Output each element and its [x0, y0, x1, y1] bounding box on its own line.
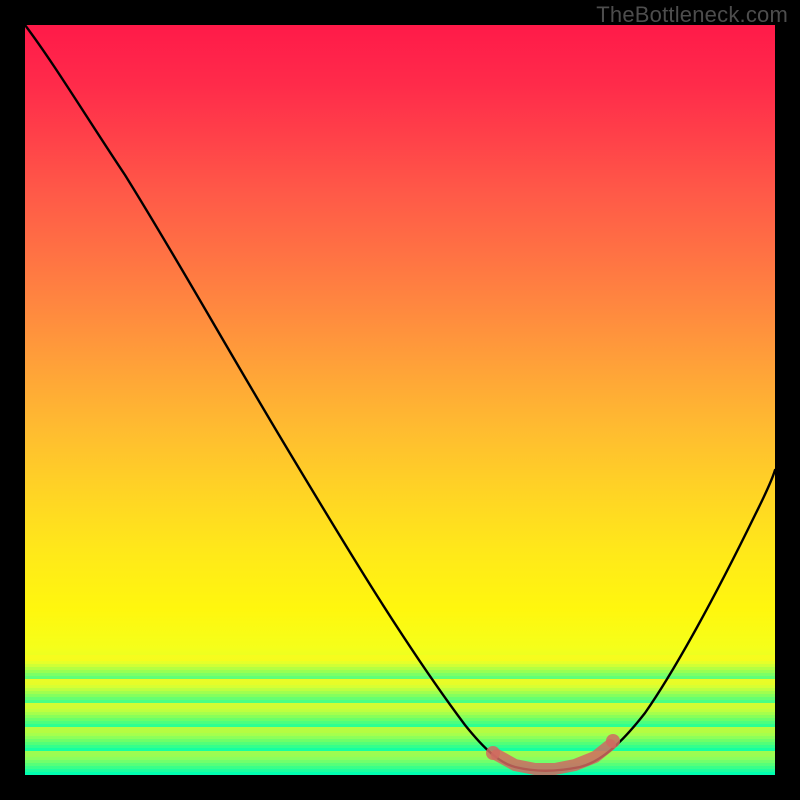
optimal-dot: [486, 746, 500, 760]
optimal-range-marker: [497, 745, 610, 769]
bottleneck-curve-line: [25, 25, 775, 771]
watermark-text: TheBottleneck.com: [596, 2, 788, 28]
chart-svg: [25, 25, 775, 775]
optimal-dot: [606, 734, 620, 748]
chart-plot-area: [25, 25, 775, 775]
